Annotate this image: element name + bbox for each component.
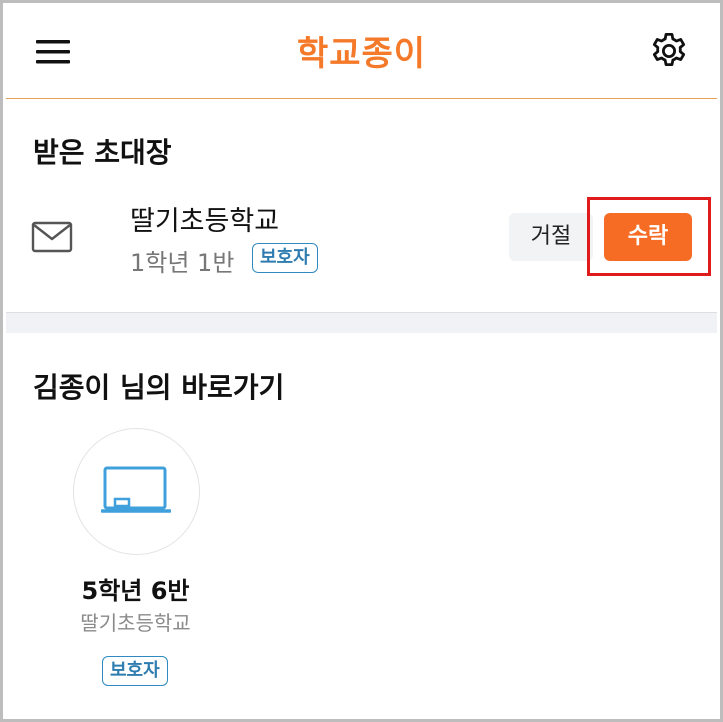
- invitation-role-badge: 보호자: [252, 243, 318, 273]
- shortcut-class-name[interactable]: 5학년 6반: [63, 571, 208, 606]
- shortcut-school-name: 딸기초등학교: [80, 611, 191, 635]
- shortcut-class-avatar[interactable]: [73, 428, 200, 555]
- app-screen: 학교종이 받은 초대장 딸기초등학교 1학년 1반 보호자 거절 수락 김종이 …: [0, 0, 723, 722]
- invitation-class-name: 1학년 1반: [130, 249, 235, 277]
- reject-button[interactable]: 거절: [509, 213, 593, 261]
- mail-icon: [31, 221, 73, 253]
- top-app-bar: 학교종이: [6, 6, 717, 99]
- invitations-title: 받은 초대장: [33, 136, 172, 169]
- blackboard-icon: [101, 466, 171, 513]
- accept-button[interactable]: 수락: [604, 213, 692, 261]
- section-gap: [6, 313, 717, 333]
- shortcuts-title: 김종이 님의 바로가기: [33, 371, 285, 404]
- invitation-school-name: 딸기초등학교: [130, 206, 280, 237]
- shortcut-role-badge: 보호자: [102, 656, 168, 686]
- gear-icon[interactable]: [648, 30, 690, 72]
- app-title: 학교종이: [296, 34, 427, 74]
